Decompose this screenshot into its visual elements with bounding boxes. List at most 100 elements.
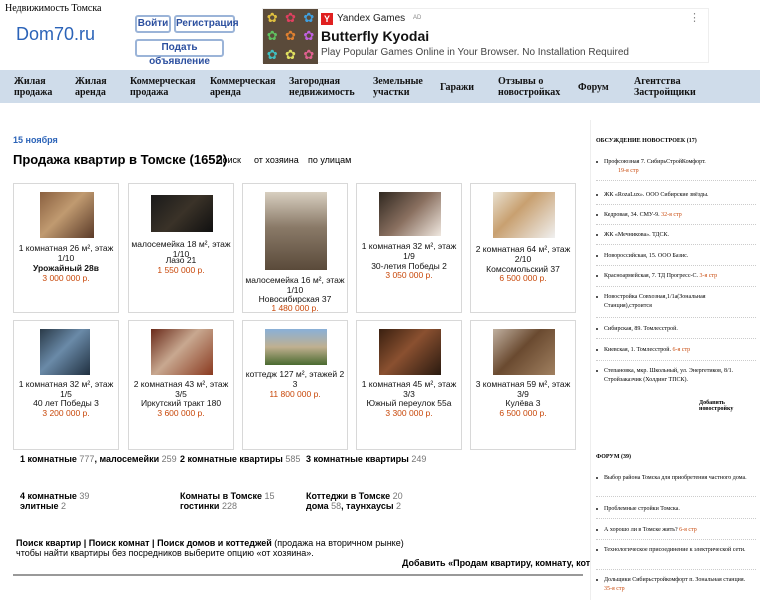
- listing-photo[interactable]: [265, 329, 327, 365]
- listing-card[interactable]: 2 комнатная 64 м², этаж 2/10 Комсомольск…: [470, 183, 576, 313]
- sidebar-forum-item[interactable]: Проблемные стройки Томска.: [596, 505, 754, 514]
- listing-price: 1 480 000 р.: [271, 303, 319, 313]
- search-hint: чтобы найти квартиры без посредников выб…: [16, 548, 314, 558]
- category-1room[interactable]: 1 комнатные 777, малосемейки 259: [20, 454, 177, 464]
- login-button[interactable]: Войти: [135, 15, 171, 33]
- sidebar-news-item[interactable]: Профсоюзная 7. СибирьСтройКомфорт. 19-я с…: [596, 158, 754, 176]
- listing-price: 11 800 000 р.: [269, 389, 321, 399]
- listing-price: 6 500 000 р.: [499, 273, 547, 283]
- add-ad-link[interactable]: Добавить «Продам квартиру, комнату, котт…: [402, 558, 617, 568]
- listing-card[interactable]: 2 комнатная 43 м², этаж 3/5 Иркутский тр…: [128, 320, 234, 450]
- sidebar-forum-item[interactable]: Дольщики Сибирьстройкомфорт п. Зональная…: [596, 576, 754, 594]
- listing-photo[interactable]: [265, 192, 327, 270]
- post-ad-button[interactable]: Подать объявление: [135, 39, 224, 67]
- listing-title: 2 комнатная 64 м², этаж 2/10: [475, 244, 571, 264]
- listing-card[interactable]: малосемейка 16 м², этаж 1/10 Новосибирск…: [242, 183, 348, 313]
- nav-new-buildings-reviews[interactable]: Отзывы о новостройках: [498, 76, 560, 98]
- listing-title: 1 комнатная 45 м², этаж 3/3: [361, 379, 457, 399]
- nav-forum[interactable]: Форум: [578, 82, 609, 93]
- listing-address: 40 лет Победы 3: [33, 398, 99, 408]
- listing-photo[interactable]: [151, 195, 213, 232]
- listing-address: Иркутский тракт 180: [140, 398, 222, 408]
- page-title: Продажа квартир в Томске (1652): [13, 152, 228, 167]
- main-nav: Жилая продажа Жилая аренда Коммерческая про…: [0, 70, 760, 103]
- sidebar-news-item[interactable]: Кедровая, 34. СМУ-9. 32-я стр: [596, 211, 754, 220]
- listing-card[interactable]: коттедж 127 м², этажей 2 3 11 800 000 р.: [242, 320, 348, 450]
- listing-photo[interactable]: [379, 192, 441, 236]
- listing-address: Кулёва 3: [505, 398, 541, 408]
- nav-agencies[interactable]: Агентства Застройщики: [634, 76, 696, 98]
- listing-floorplan[interactable]: [493, 192, 555, 238]
- listing-title: малосемейка 16 м², этаж 1/10: [245, 275, 345, 295]
- sidebar-news-item[interactable]: ЖК «RozaLux». ООО Сибирские звёзды.: [596, 191, 754, 200]
- listing-photo[interactable]: [40, 329, 90, 375]
- sidebar-news-item[interactable]: Сибирская, 89. Томлесстрой.: [596, 325, 754, 334]
- listing-title: 3 комнатная 59 м², этаж 3/9: [475, 379, 571, 399]
- nav-commercial-rent[interactable]: Коммерческая аренда: [210, 76, 276, 98]
- listing-title: 2 комнатная 43 м², этаж 3/5: [133, 379, 229, 399]
- listing-card[interactable]: 1 комнатная 26 м², этаж 1/10 Урожайный 2…: [13, 183, 119, 313]
- listing-price: 3 050 000 р.: [385, 270, 433, 280]
- listing-address: Южный переулок 55а: [366, 398, 452, 408]
- nav-commercial-sale[interactable]: Коммерческая продажа: [130, 76, 196, 98]
- sidebar-news-heading: ОБСУЖДЕНИЕ НОВОСТРОЕК (17): [596, 138, 697, 144]
- nav-land[interactable]: Земельные участки: [373, 76, 423, 98]
- category-3room[interactable]: 3 комнатные квартиры 249: [306, 454, 426, 464]
- listing-price: 1 550 000 р.: [157, 265, 205, 275]
- listing-title: коттедж 127 м², этажей 2: [245, 369, 345, 379]
- category-2room[interactable]: 2 комнатные квартиры 585: [180, 454, 300, 464]
- category-rooms[interactable]: Комнаты в Томске 15 гостинки 228: [180, 491, 275, 511]
- ad-brand: Yandex Games: [337, 13, 406, 24]
- listing-photo[interactable]: [379, 329, 441, 375]
- sidebar-forum-item[interactable]: Выбор района Томска для приобретения час…: [596, 474, 754, 483]
- category-4room[interactable]: 4 комнатные 39 элитные 2: [20, 491, 89, 511]
- nav-garages[interactable]: Гаражи: [440, 82, 474, 93]
- tab-search[interactable]: Поиск: [216, 155, 241, 165]
- nav-residential-rent[interactable]: Жилая аренда: [75, 76, 107, 98]
- ad-game-thumbnail[interactable]: ✿ ✿ ✿ ✿ ✿ ✿ ✿ ✿ ✿: [263, 9, 318, 64]
- listing-card[interactable]: 1 комнатная 32 м², этаж 1/9 30-летия Поб…: [356, 183, 462, 313]
- sidebar-news-item[interactable]: Красноармейская, 7. ТД Прогресс-С. 3-я с…: [596, 272, 754, 281]
- search-links[interactable]: Поиск квартир | Поиск комнат | Поиск дом…: [16, 538, 404, 548]
- sidebar-news-item[interactable]: Новороссийская, 15. ООО Базис.: [596, 252, 754, 261]
- sidebar-news-item[interactable]: Новостройка Совхозная,1/1а(Зональная Ста…: [596, 293, 754, 311]
- listing-floors: 3: [292, 379, 298, 389]
- nav-residential-sale[interactable]: Жилая продажа: [14, 76, 52, 98]
- ad-menu-icon[interactable]: ⋮: [689, 11, 700, 24]
- ad-title[interactable]: Butterfly Kyodai: [321, 28, 429, 44]
- listing-price: 3 300 000 р.: [385, 408, 433, 418]
- sidebar-forum-item[interactable]: Технологическое присоединение к электрич…: [596, 546, 754, 555]
- sidebar-news-item[interactable]: Киевская, 1. Томлесстрой. 6-я стр: [596, 346, 754, 355]
- listing-photo[interactable]: [151, 329, 213, 375]
- current-date: 15 ноября: [13, 135, 58, 145]
- listing-price: 3 200 000 р.: [42, 408, 90, 418]
- listing-card[interactable]: 1 комнатная 45 м², этаж 3/3 Южный переул…: [356, 320, 462, 450]
- listing-price: 6 500 000 р.: [499, 408, 547, 418]
- sidebar-forum-item[interactable]: А хорошо ли в Томске жить? 6-я стр: [596, 526, 754, 535]
- sidebar: ОБСУЖДЕНИЕ НОВОСТРОЕК (17) Профсоюзная 7…: [590, 120, 760, 600]
- listing-card[interactable]: 1 комнатная 32 м², этаж 1/5 40 лет Побед…: [13, 320, 119, 450]
- listing-title: 1 комнатная 32 м², этаж 1/9: [361, 241, 457, 261]
- listing-card[interactable]: малосемейка 18 м², этаж 1/10 Лазо 21 1 5…: [128, 183, 234, 313]
- listing-address: Лазо 21: [165, 255, 197, 265]
- add-new-building-link[interactable]: Добавить новостройку: [699, 400, 760, 412]
- yandex-icon: Y: [321, 13, 333, 25]
- register-button[interactable]: Регистрация: [174, 15, 239, 33]
- nav-country-property[interactable]: Загородная недвижимость: [289, 76, 355, 98]
- sidebar-forum-heading: ФОРУМ (39): [596, 454, 631, 460]
- listing-card[interactable]: 3 комнатная 59 м², этаж 3/9 Кулёва 3 6 5…: [470, 320, 576, 450]
- tab-by-streets[interactable]: по улицам: [308, 155, 351, 165]
- sidebar-news-item[interactable]: ЖК «Мечникова». ТДСК.: [596, 231, 754, 240]
- site-logo[interactable]: Dom70.ru: [16, 24, 95, 45]
- tab-from-owner[interactable]: от хозяина: [254, 155, 299, 165]
- listing-title: 1 комнатная 32 м², этаж 1/5: [18, 379, 114, 399]
- advertisement-banner[interactable]: ✿ ✿ ✿ ✿ ✿ ✿ ✿ ✿ ✿ Y Yandex Games AD Butterfly …: [262, 8, 709, 64]
- listing-price: 3 600 000 р.: [157, 408, 205, 418]
- ad-description: Play Popular Games Online in Your Browse…: [321, 47, 629, 58]
- listing-photo[interactable]: [493, 329, 555, 375]
- listing-address: Урожайный 28в: [33, 263, 99, 273]
- category-cottages[interactable]: Коттеджи в Томске 20 дома 58, таунхаусы 2: [306, 491, 403, 511]
- sidebar-news-item[interactable]: Степановка, мкр. Школьный, ул. Энергетик…: [596, 367, 754, 385]
- listing-photo[interactable]: [40, 192, 94, 238]
- listing-title: 1 комнатная 26 м², этаж 1/10: [18, 243, 114, 263]
